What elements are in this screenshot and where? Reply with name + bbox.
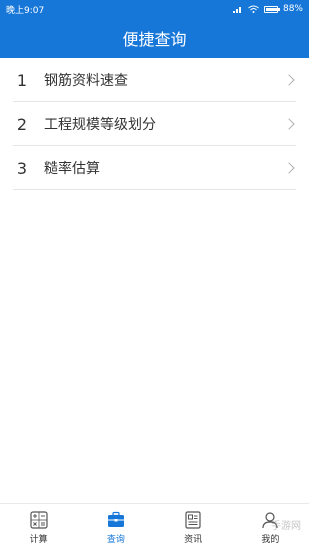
tab-news[interactable]: 资讯 [158,510,228,545]
status-icons: 88% [232,4,303,14]
query-list: 1 钢筋资料速查 2 工程规模等级划分 3 糙率估算 [0,58,309,190]
tab-query[interactable]: 查询 [81,510,151,545]
list-item-label: 钢筋资料速查 [44,73,128,89]
list-item-number: 2 [16,114,28,134]
tab-label: 我的 [261,534,280,545]
news-icon [183,510,203,530]
chevron-right-icon [283,162,295,174]
briefcase-icon [106,510,126,530]
tab-label: 资讯 [184,534,203,545]
page-header: 便捷查询 [0,18,309,58]
tab-calculate[interactable]: 计算 [4,510,74,545]
status-bar: 晚上9:07 88% [0,0,309,18]
list-item-number: 3 [16,158,28,178]
status-time: 晚上9:07 [6,5,45,16]
chevron-right-icon [283,118,295,130]
battery-percent: 88% [282,4,303,14]
bottom-tab-bar: 计算 查询 资讯 我的 [0,503,309,550]
list-item-rebar[interactable]: 1 钢筋资料速查 [0,58,309,102]
calculator-icon [29,510,49,530]
person-icon [260,510,280,530]
wifi-icon [248,5,259,13]
list-item-label: 糙率估算 [44,161,100,177]
battery-icon [263,5,280,13]
list-item-number: 1 [16,70,28,90]
chevron-right-icon [283,74,295,86]
list-item-roughness[interactable]: 3 糙率估算 [0,146,309,190]
signal-icon [232,7,241,13]
list-item-label: 工程规模等级划分 [44,117,156,133]
list-item-scale-grade[interactable]: 2 工程规模等级划分 [0,102,309,146]
tab-label: 计算 [29,534,48,545]
tab-label: 查询 [106,534,125,545]
page-title: 便捷查询 [122,30,187,49]
tab-mine[interactable]: 我的 [235,510,305,545]
